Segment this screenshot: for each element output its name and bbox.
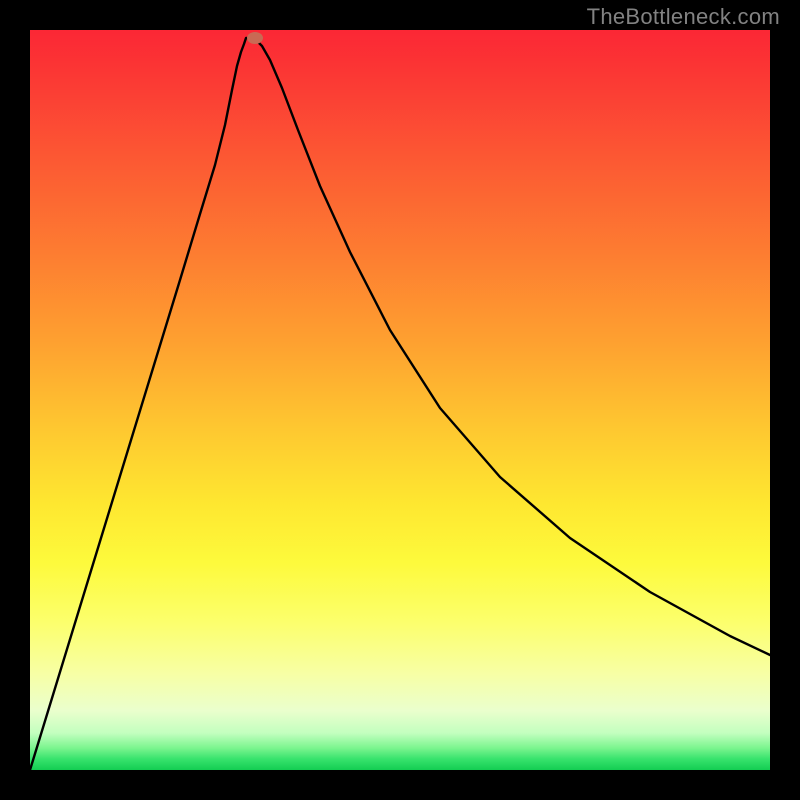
curve-path <box>30 38 770 770</box>
watermark-text: TheBottleneck.com <box>587 4 780 30</box>
chart-frame: TheBottleneck.com <box>0 0 800 800</box>
bottleneck-curve <box>30 30 770 770</box>
plot-area <box>30 30 770 770</box>
bottleneck-marker <box>247 32 263 44</box>
